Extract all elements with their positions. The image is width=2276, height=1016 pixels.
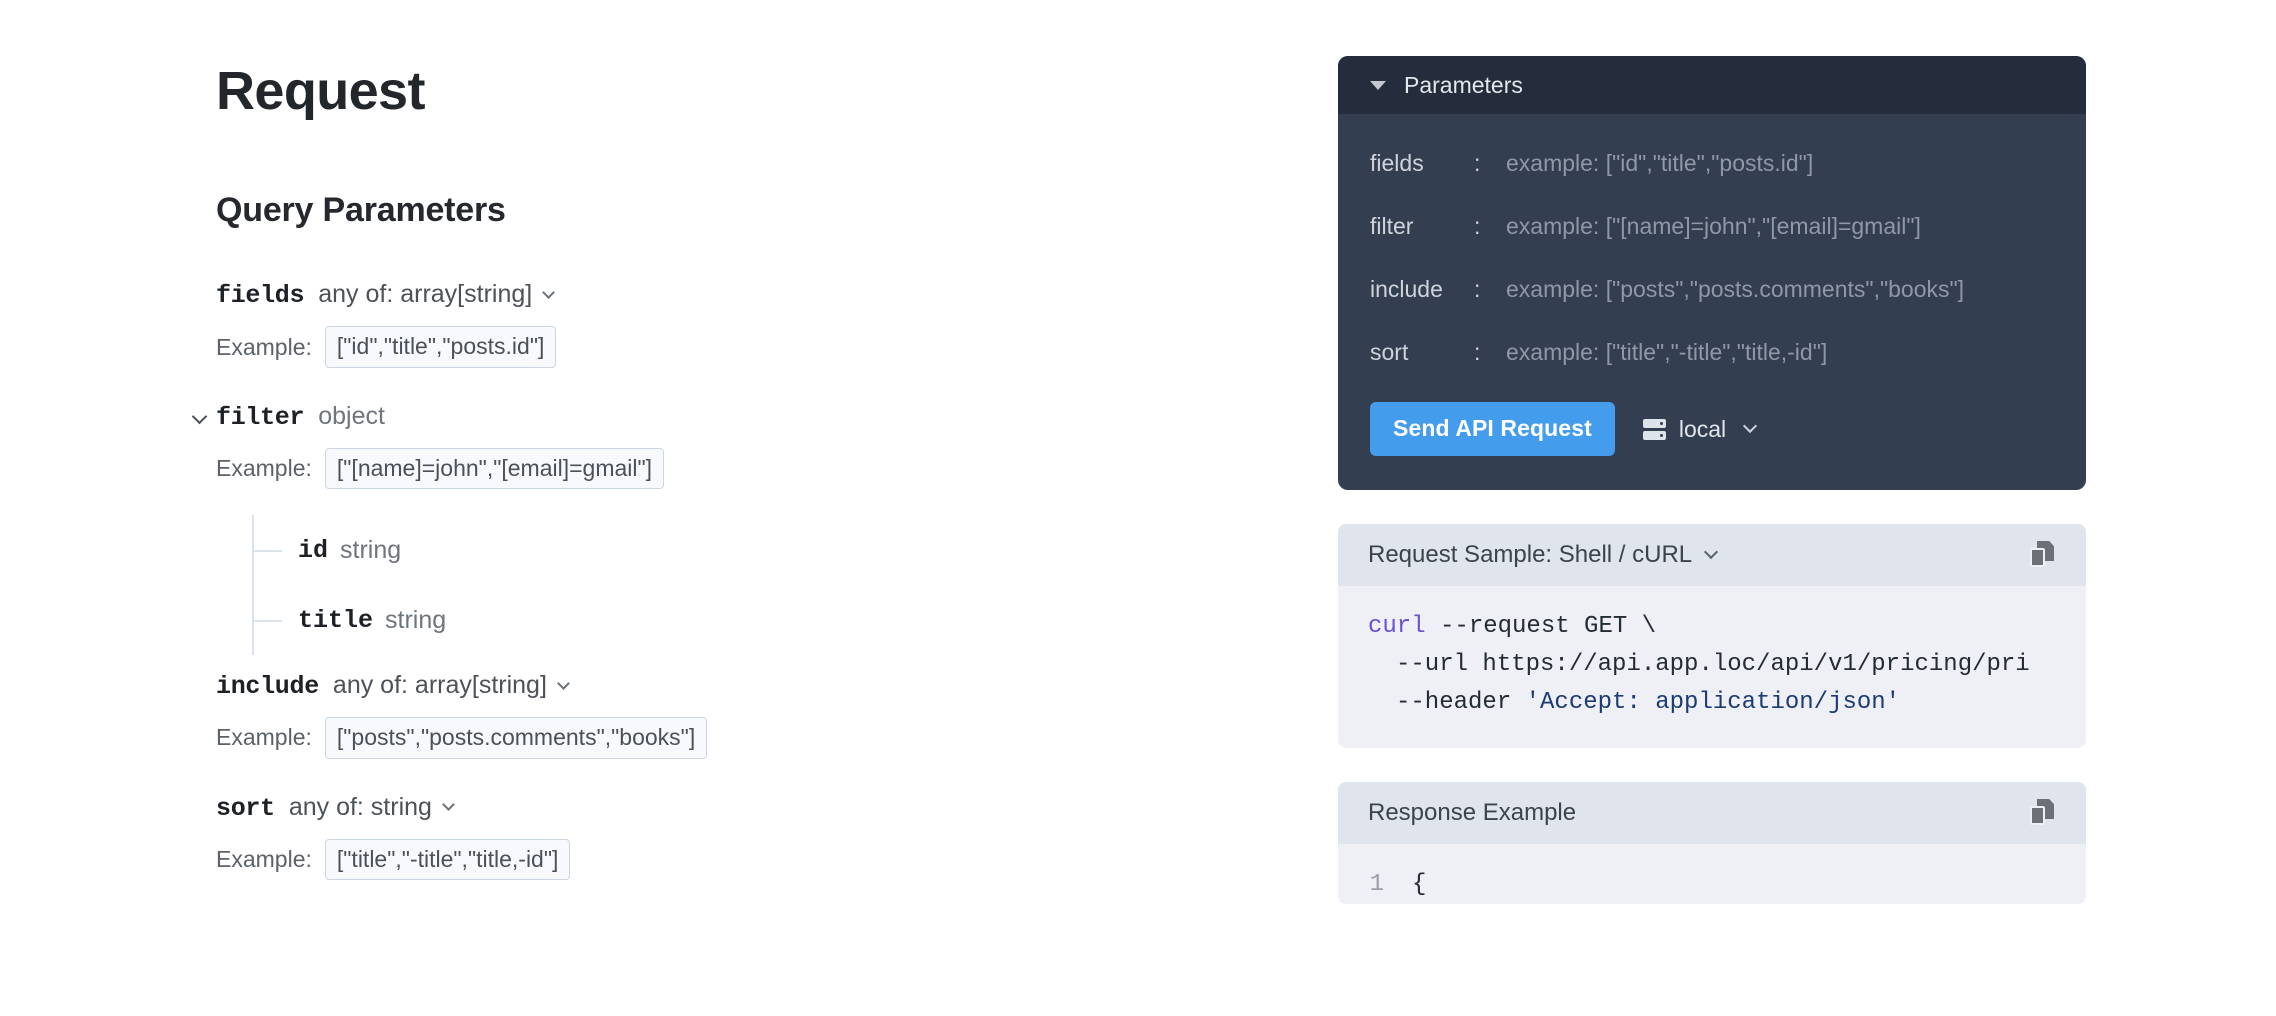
copy-icon-front-sheet [2030,806,2045,825]
param-example-sort: Example: ["title","-title","title,-id"] [216,838,1276,881]
param-key-sort: sort [1370,339,1409,365]
child-name-id: id [298,535,329,565]
param-key-fields: fields [1370,150,1424,176]
server-icon [1642,418,1666,440]
code-token-header-value: 'Accept: application/json' [1525,689,1901,716]
chevron-down-icon [542,286,556,299]
copy-icon[interactable] [2028,540,2058,570]
code-line: { [1412,871,1427,898]
param-name-filter: filter [216,402,305,432]
param-name-sort: sort [216,793,275,823]
param-type-fields[interactable]: any of: array[string] [318,280,556,309]
param-input-include[interactable]: example: ["posts","posts.comments","book… [1506,276,1964,303]
child-type-title: string [385,605,447,634]
triangle-down-icon [1370,80,1386,90]
param-type-sort[interactable]: any of: string [288,792,455,821]
example-label: Example: [216,845,312,872]
param-header-fields: fields any of: array[string] [216,282,1276,308]
example-label: Example: [216,333,312,360]
response-example-header: Response Example [1338,782,2086,844]
param-header-filter: filter object [216,401,1276,432]
example-value-include: ["posts","posts.comments","books"] [324,717,708,759]
param-example-fields: Example: ["id","title","posts.id"] [216,326,1276,368]
separator-colon: : [1474,339,1481,365]
collapse-toggle-filter[interactable] [189,408,209,429]
chevron-down-icon [442,798,455,812]
parameters-panel-body: fields : example: ["id","title","posts.i… [1338,114,2086,490]
table-row: include : example: ["posts","posts.comme… [1370,276,2054,303]
param-input-filter[interactable]: example: ["[name]=john","[email]=gmail"] [1506,213,1921,240]
param-block-filter: filter object Example: ["[name]=john","[… [191,401,1276,656]
copy-icon[interactable] [2028,798,2058,828]
chevron-down-icon [191,408,207,425]
param-type-label-include: any of: array[string] [332,671,547,700]
table-row: fields : example: ["id","title","posts.i… [1370,150,2054,177]
send-api-request-button[interactable]: Send API Request [1370,402,1615,456]
example-value-sort: ["title","-title","title,-id"] [324,838,571,881]
param-name-fields: fields [216,281,305,311]
param-type-label-fields: any of: array[string] [318,280,533,309]
chevron-down-icon [1743,418,1758,434]
request-sample-code: curl --request GET \ --url https://api.ap… [1338,586,2086,748]
parameters-panel-actions: Send API Request local [1370,402,2054,456]
response-example-title: Response Example [1368,799,1577,826]
param-name-include: include [216,672,319,702]
param-header-include: include any of: array[string] [216,673,1276,699]
code-line: --url https://api.app.loc/api/v1/pricing… [1396,651,2030,678]
documentation-column: Request Query Parameters fields any of: … [191,0,1276,916]
list-item: title string [252,585,1276,655]
example-value-fields: ["id","title","posts.id"] [324,326,557,368]
code-line: curl --request GET \ [1338,608,2086,646]
param-type-include[interactable]: any of: array[string] [332,671,570,700]
param-example-include: Example: ["posts","posts.comments","book… [216,717,1276,759]
separator-colon: : [1474,150,1481,176]
chevron-down-icon [557,676,570,690]
param-key-include: include [1370,276,1443,302]
table-row: filter : example: ["[name]=john","[email… [1370,213,2054,240]
api-reference-page: Request Query Parameters fields any of: … [0,0,2276,1016]
param-block-sort: sort any of: string Example: ["title","-… [216,792,1276,881]
param-type-filter: object [318,401,385,430]
param-input-sort[interactable]: example: ["title","-title","title,-id"] [1506,339,1827,366]
side-panel-column: Parameters fields : example: ["id","titl… [1338,0,2086,904]
response-example-code: 1 { [1338,844,2086,904]
table-row: sort : example: ["title","-title","title… [1370,339,2054,366]
child-name-title: title [298,605,374,635]
parameters-panel: Parameters fields : example: ["id","titl… [1338,56,2086,490]
request-sample-language-selector[interactable]: Request Sample: Shell / cURL [1368,541,1719,569]
param-header-sort: sort any of: string [216,792,1276,823]
example-value-filter: ["[name]=john","[email]=gmail"] [324,447,665,490]
param-key-filter: filter [1370,213,1414,239]
filter-children-tree: id string title string [252,515,1276,656]
list-item: id string [252,515,1276,585]
request-sample-header: Request Sample: Shell / cURL [1338,524,2086,586]
param-block-fields: fields any of: array[string] Example: ["… [216,282,1276,368]
param-example-filter: Example: ["[name]=john","[email]=gmail"] [216,447,1276,490]
example-label: Example: [216,455,312,482]
copy-icon-front-sheet [2030,548,2045,567]
response-example-panel: Response Example 1 { [1338,782,2086,904]
param-block-include: include any of: array[string] Example: [… [216,673,1276,759]
child-type-id: string [340,535,402,564]
query-parameters-list: fields any of: array[string] Example: ["… [191,282,1276,881]
page-title: Request [216,61,425,121]
code-token-args: --request GET \ [1425,613,1657,640]
code-line: --header 'Accept: application/json' [1338,684,2086,722]
environment-label: local [1678,415,1727,442]
parameters-panel-header[interactable]: Parameters [1338,56,2086,114]
code-token-curl: curl [1368,613,1426,640]
code-token-header-flag: --header [1396,689,1526,716]
chevron-down-icon [1704,544,1719,560]
param-type-label-sort: any of: string [288,792,432,821]
request-sample-title: Request Sample: Shell / cURL [1368,541,1693,568]
request-sample-panel: Request Sample: Shell / cURL curl --requ… [1338,524,2086,748]
environment-selector[interactable]: local [1642,415,1758,443]
example-label: Example: [216,724,312,751]
query-parameters-heading: Query Parameters [216,191,506,230]
parameters-panel-title: Parameters [1404,71,1523,98]
separator-colon: : [1474,213,1481,239]
line-number: 1 [1369,871,1384,898]
param-input-fields[interactable]: example: ["id","title","posts.id"] [1506,150,1813,177]
separator-colon: : [1474,276,1481,302]
